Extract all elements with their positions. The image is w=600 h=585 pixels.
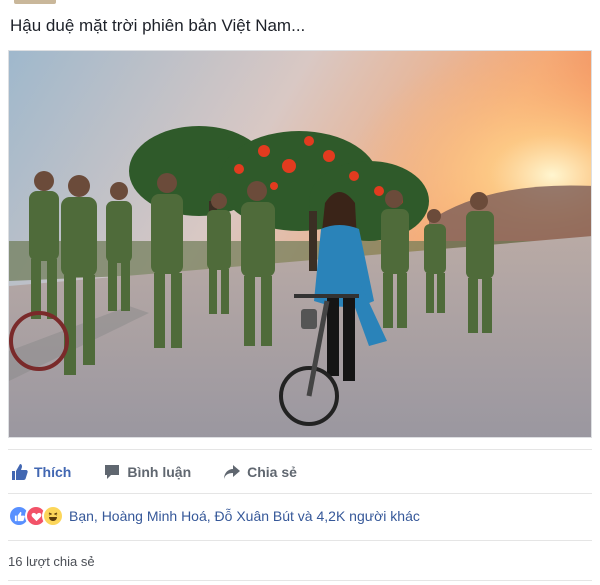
previous-post-image-edge (14, 0, 56, 4)
haha-icon (42, 505, 64, 527)
reactions-row[interactable]: Bạn, Hoàng Minh Hoá, Đỗ Xuân Bút và 4,2K… (8, 505, 420, 527)
comment-icon (103, 463, 121, 481)
like-label: Thích (34, 464, 72, 480)
post-photo[interactable] (8, 50, 592, 438)
share-arrow-icon (223, 463, 241, 481)
post-text: Hậu duệ mặt trời phiên bản Việt Nam... (10, 16, 306, 35)
share-button[interactable]: Chia sẻ (223, 463, 297, 481)
comment-button[interactable]: Bình luận (103, 463, 191, 481)
comment-label: Bình luận (127, 464, 192, 480)
divider (8, 580, 592, 581)
like-button[interactable]: Thích (10, 463, 71, 481)
divider (8, 540, 592, 541)
divider (8, 493, 592, 494)
divider (8, 449, 592, 450)
reaction-icons (8, 505, 64, 527)
thumbs-up-icon (10, 463, 28, 481)
reaction-summary[interactable]: Bạn, Hoàng Minh Hoá, Đỗ Xuân Bút và 4,2K… (69, 508, 420, 524)
share-count[interactable]: 16 lượt chia sẻ (8, 554, 95, 569)
post-actions-bar: Thích Bình luận Chia sẻ (8, 456, 592, 488)
share-label: Chia sẻ (247, 464, 297, 480)
